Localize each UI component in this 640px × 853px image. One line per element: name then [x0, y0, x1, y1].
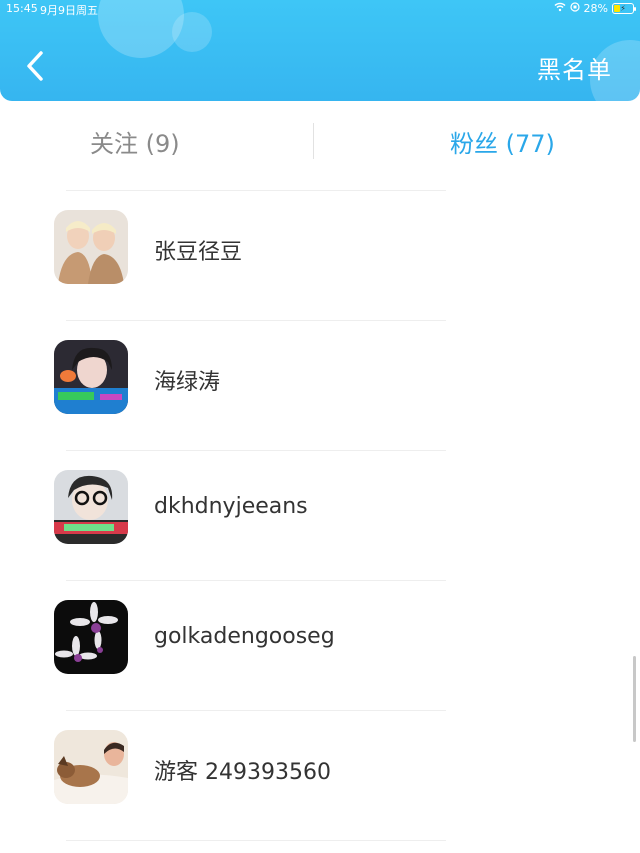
- fan-name: dkhdnyjeeans: [154, 494, 308, 519]
- wifi-icon: [554, 2, 566, 15]
- twins-avatar: [54, 210, 128, 284]
- status-time: 15:45: [6, 2, 38, 15]
- status-right: 28% ⚡: [554, 2, 636, 15]
- glasses-girl-avatar: [54, 470, 128, 544]
- row-divider: [66, 840, 446, 841]
- list-item[interactable]: dkhdnyjeeans: [0, 450, 640, 580]
- battery-percent: 28%: [583, 2, 608, 15]
- orchid-avatar: [54, 600, 128, 674]
- fan-name: 游客 249393560: [154, 760, 331, 785]
- fan-name: 张豆径豆: [154, 240, 243, 265]
- list-item[interactable]: 张豆径豆: [0, 190, 640, 320]
- list-item[interactable]: 海绿涛: [0, 320, 640, 450]
- scrollbar[interactable]: [633, 656, 636, 742]
- dog-sleeping-avatar: [54, 730, 128, 804]
- blacklist-button[interactable]: 黑名单: [537, 50, 612, 85]
- status-date: 9月9日周五: [40, 4, 98, 17]
- tab-following[interactable]: 关注 (9): [90, 124, 180, 159]
- tab-bar: 关注 (9) 粉丝 (77): [0, 118, 640, 164]
- battery-fill: [614, 5, 620, 12]
- fan-name: 海绿涛: [154, 370, 221, 395]
- fan-name: golkadengooseg: [154, 624, 335, 649]
- status-bar: 15:45 9月9日周五 28% ⚡: [0, 0, 640, 18]
- list-item[interactable]: 游客 249393560: [0, 710, 640, 840]
- tab-fans[interactable]: 粉丝 (77): [450, 124, 555, 159]
- orientation-lock-icon: [569, 2, 580, 15]
- girl-photo-avatar: [54, 340, 128, 414]
- decorative-bubble: [172, 12, 212, 52]
- battery-icon: ⚡: [612, 3, 636, 14]
- header-bar: 15:45 9月9日周五 28% ⚡ 黑名单: [0, 0, 640, 101]
- list-item[interactable]: golkadengooseg: [0, 580, 640, 710]
- back-button[interactable]: [20, 46, 50, 86]
- charging-bolt-icon: ⚡: [620, 3, 626, 13]
- chevron-left-icon: [27, 51, 43, 81]
- tab-divider: [313, 123, 314, 159]
